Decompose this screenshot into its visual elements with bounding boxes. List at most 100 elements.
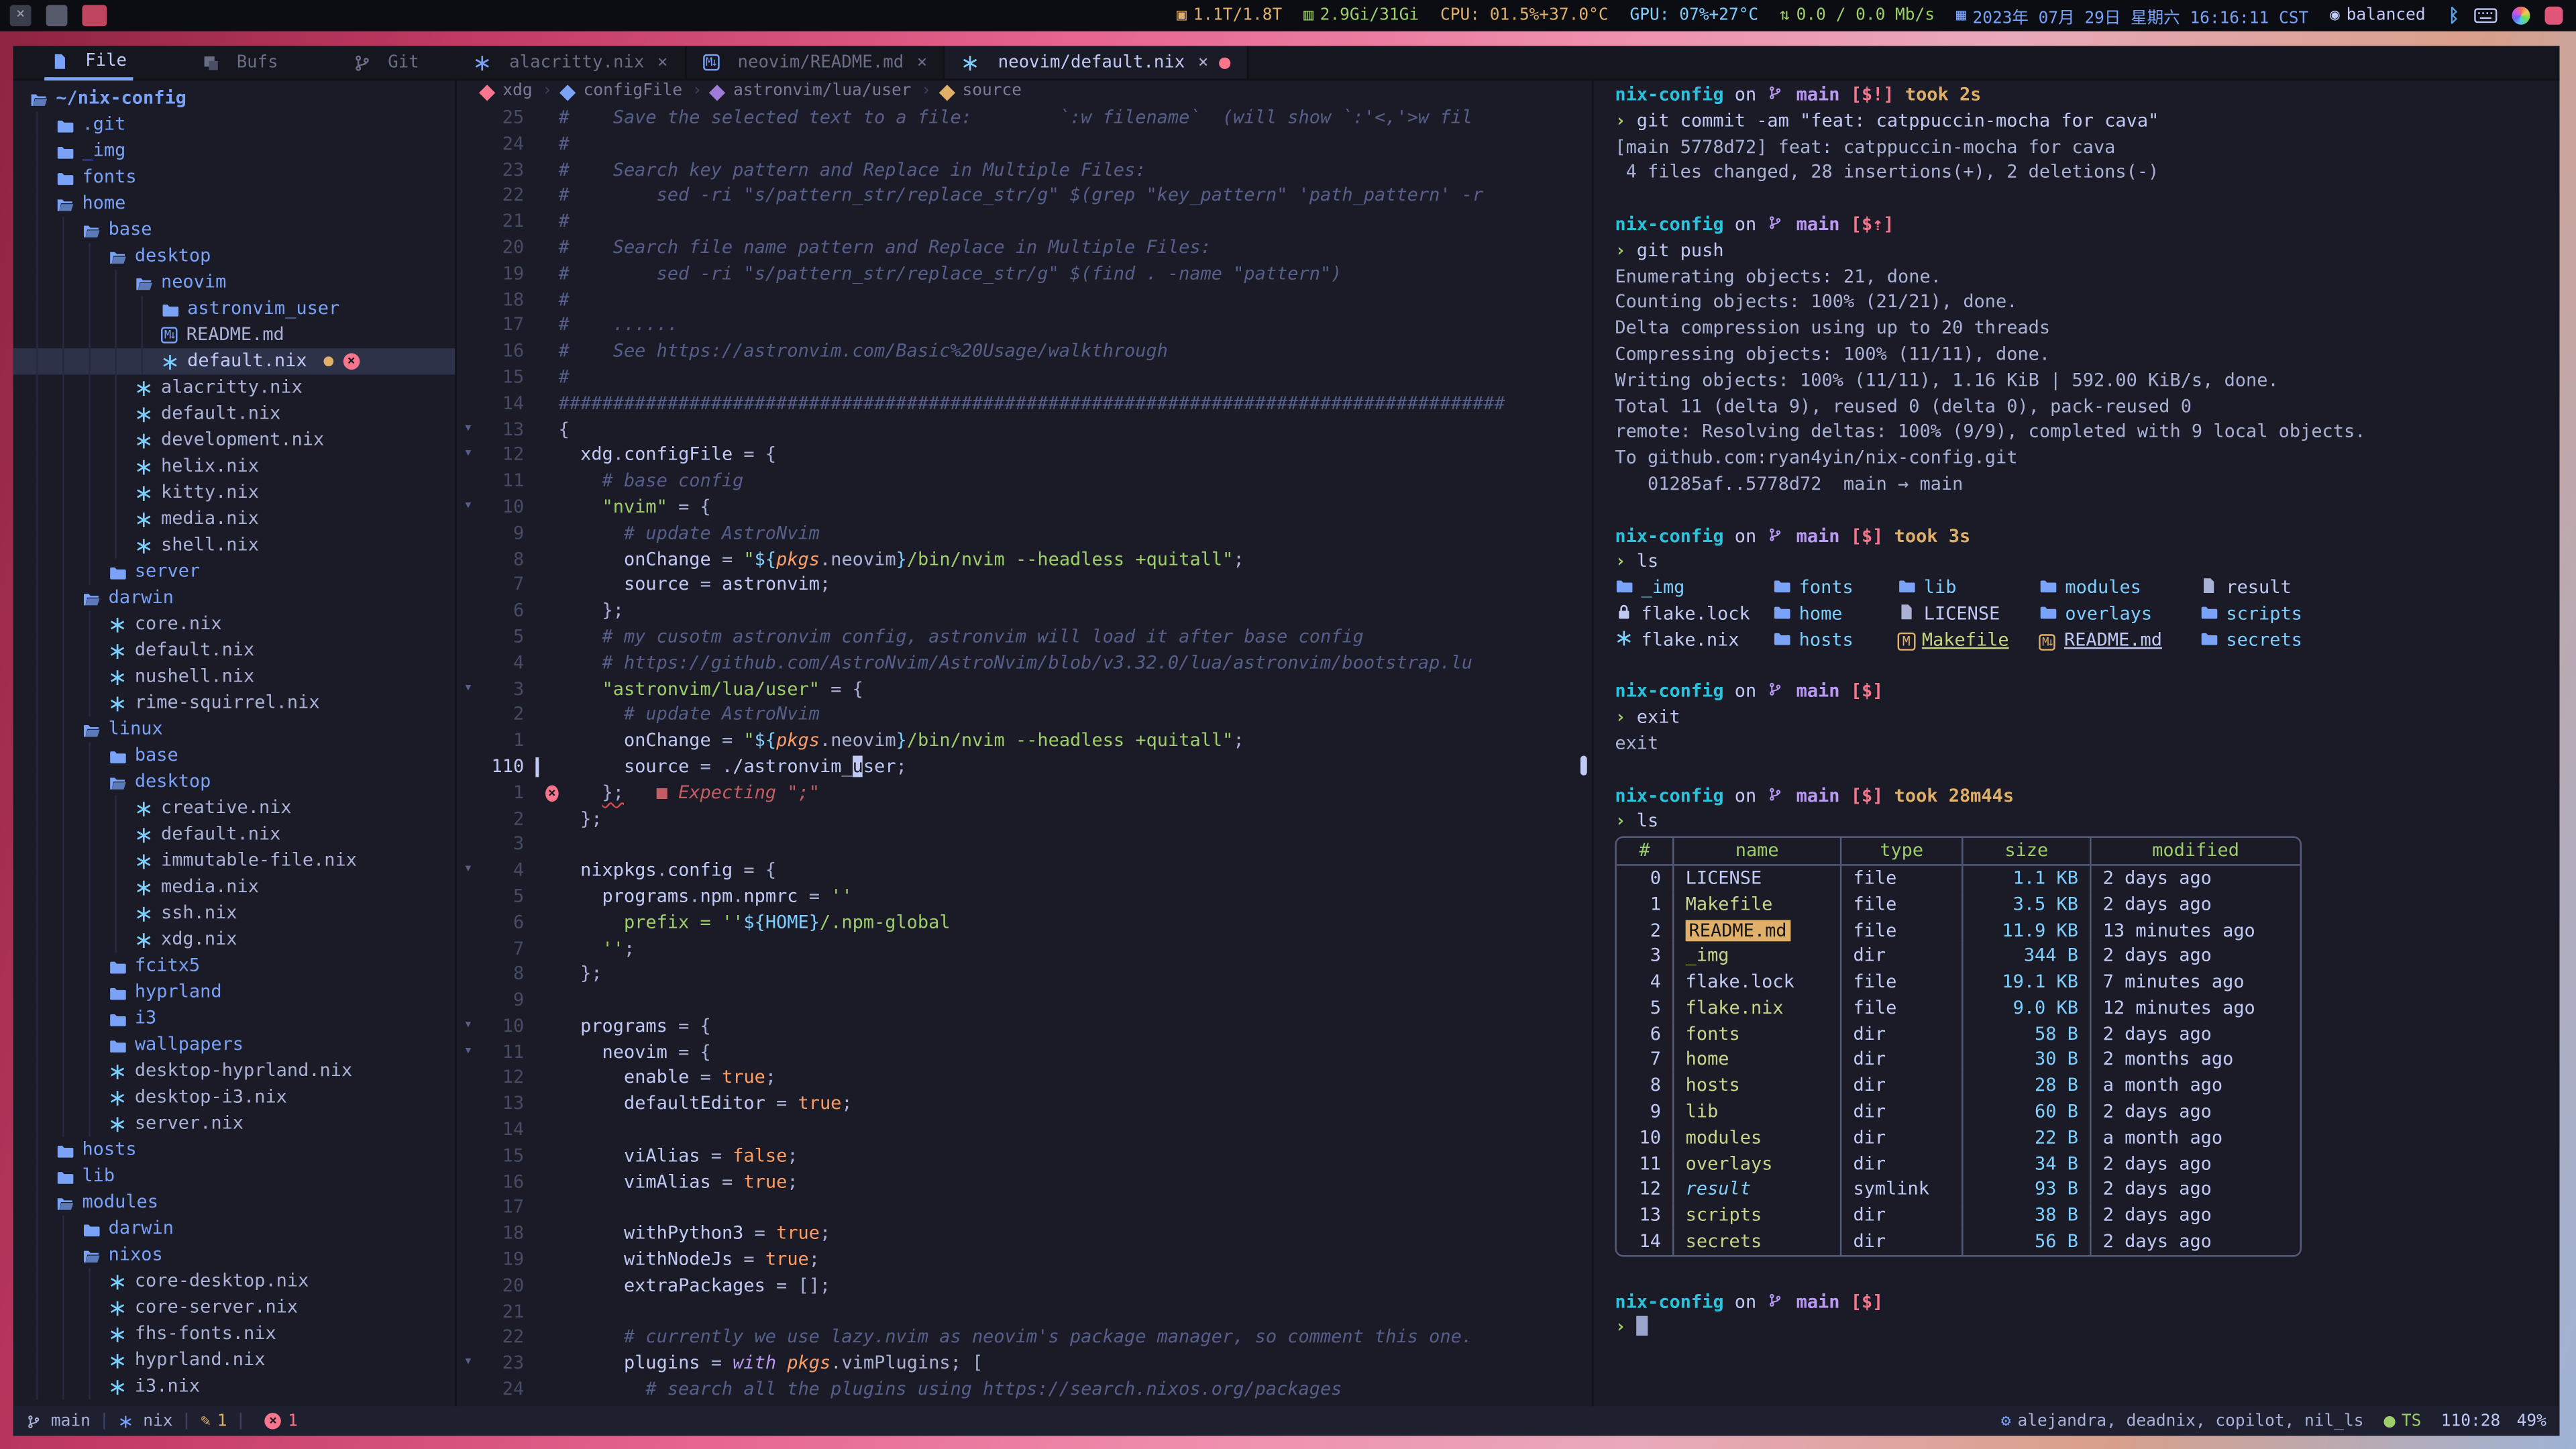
buffer-tab-readme[interactable]: M↓ neovim/README.md× bbox=[686, 46, 945, 79]
tree-item-hosts[interactable]: hosts bbox=[13, 1137, 455, 1163]
tree-item-alacritty.nix[interactable]: alacritty.nix bbox=[13, 374, 455, 400]
tree-item-core-desktop.nix[interactable]: core-desktop.nix bbox=[13, 1269, 455, 1295]
code-line[interactable]: ▾10 programs = { bbox=[458, 1014, 1590, 1040]
tree-item-default.nix[interactable]: default.nix bbox=[13, 821, 455, 847]
code-line[interactable]: 15 viAlias = false; bbox=[458, 1143, 1590, 1169]
tree-item-shell.nix[interactable]: shell.nix bbox=[13, 532, 455, 558]
tree-item-server.nix[interactable]: server.nix bbox=[13, 1111, 455, 1137]
breadcrumb-item[interactable]: configFile bbox=[584, 79, 682, 105]
code-line[interactable]: 110 source = ./astronvim_user; bbox=[458, 754, 1590, 780]
close-icon[interactable]: × bbox=[657, 52, 667, 72]
code-line[interactable]: 20 extraPackages = []; bbox=[458, 1273, 1590, 1299]
close-icon[interactable]: × bbox=[1198, 52, 1208, 72]
power-profile[interactable]: ◉balanced bbox=[2330, 7, 2426, 25]
tree-item-xdg.nix[interactable]: xdg.nix bbox=[13, 926, 455, 953]
fold-marker[interactable]: ▾ bbox=[458, 494, 478, 521]
code-line[interactable]: ▾11 neovim = { bbox=[458, 1039, 1590, 1065]
tree-item-core-server.nix[interactable]: core-server.nix bbox=[13, 1295, 455, 1321]
code-line[interactable]: 6 }; bbox=[458, 598, 1590, 625]
tree-item-development.nix[interactable]: development.nix bbox=[13, 427, 455, 453]
code-line[interactable]: 1× }; ■ Expecting ";" bbox=[458, 780, 1590, 806]
tree-item-hyprland[interactable]: hyprland bbox=[13, 979, 455, 1006]
code-line[interactable]: 3 bbox=[458, 832, 1590, 858]
tree-item-immutable-file.nix[interactable]: immutable-file.nix bbox=[13, 848, 455, 874]
tree-item-default.nix[interactable]: default.nix bbox=[13, 637, 455, 663]
tree-item-desktop[interactable]: desktop bbox=[13, 243, 455, 269]
code-line[interactable]: 5 programs.npm.npmrc = '' bbox=[458, 883, 1590, 910]
tree-item-media.nix[interactable]: media.nix bbox=[13, 506, 455, 532]
code-line[interactable]: 14 bbox=[458, 1117, 1590, 1143]
tree-item-default.nix[interactable]: default.nix bbox=[13, 401, 455, 427]
code-line[interactable]: 21# bbox=[458, 209, 1590, 235]
code-line[interactable]: 6 prefix = ''${HOME}/.npm-global bbox=[458, 910, 1590, 936]
code-line[interactable]: 19# sed -ri "s/pattern_str/replace_str/g… bbox=[458, 261, 1590, 287]
code-line[interactable]: 22# sed -ri "s/pattern_str/replace_str/g… bbox=[458, 183, 1590, 209]
window-button-1[interactable]: × bbox=[10, 5, 32, 26]
code-line[interactable]: 9 bbox=[458, 987, 1590, 1014]
tree-item-desktop-i3.nix[interactable]: desktop-i3.nix bbox=[13, 1084, 455, 1110]
tree-item-neovim[interactable]: neovim bbox=[13, 270, 455, 296]
code-line[interactable]: 4 # https://github.com/AstroNvim/AstroNv… bbox=[458, 650, 1590, 676]
tree-item-base[interactable]: base bbox=[13, 743, 455, 769]
tree-item-darwin[interactable]: darwin bbox=[13, 585, 455, 611]
fold-marker[interactable]: ▾ bbox=[458, 676, 478, 702]
tree-item-nushell.nix[interactable]: nushell.nix bbox=[13, 663, 455, 690]
code-line[interactable]: 11 # base config bbox=[458, 468, 1590, 494]
git-changes-segment[interactable]: ✎1 bbox=[201, 1412, 227, 1430]
code-line[interactable]: ▾12 xdg.configFile = { bbox=[458, 443, 1590, 469]
git-branch-segment[interactable]: main bbox=[26, 1412, 91, 1430]
tree-item-fonts[interactable]: fonts bbox=[13, 164, 455, 191]
code-line[interactable]: 1 onChange = "${pkgs.neovim}/bin/nvim --… bbox=[458, 728, 1590, 754]
color-picker-icon[interactable] bbox=[2512, 7, 2530, 25]
scrollbar-thumb[interactable] bbox=[1580, 756, 1587, 775]
code-line[interactable]: 20# Search file name pattern and Replace… bbox=[458, 235, 1590, 261]
code-line[interactable]: 15# bbox=[458, 365, 1590, 391]
code-area[interactable]: 25# Save the selected text to a file: `:… bbox=[458, 105, 1590, 1403]
tree-item-base[interactable]: base bbox=[13, 217, 455, 243]
code-line[interactable]: 22 # currently we use lazy.nvim as neovi… bbox=[458, 1325, 1590, 1351]
code-line[interactable]: 24# bbox=[458, 131, 1590, 157]
code-line[interactable]: ▾4 nixpkgs.config = { bbox=[458, 858, 1590, 884]
tree-item-server[interactable]: server bbox=[13, 559, 455, 585]
tab-bufs[interactable]: Bufs bbox=[195, 46, 284, 79]
tree-item-i3.nix[interactable]: i3.nix bbox=[13, 1373, 455, 1399]
code-line[interactable]: ▾10 "nvim" = { bbox=[458, 494, 1590, 521]
tree-item-rime-squirrel.nix[interactable]: rime-squirrel.nix bbox=[13, 690, 455, 716]
tree-item-modules[interactable]: modules bbox=[13, 1189, 455, 1216]
tree-item-fcitx5[interactable]: fcitx5 bbox=[13, 953, 455, 979]
fold-marker[interactable]: ▾ bbox=[458, 1351, 478, 1377]
tab-file[interactable]: File bbox=[44, 44, 133, 80]
buffer-tab-default-nix[interactable]: neovim/default.nix× bbox=[945, 46, 1248, 79]
code-line[interactable]: 5 # my cusotm astronvim config, astronvi… bbox=[458, 624, 1590, 650]
code-line[interactable]: 14######################################… bbox=[458, 390, 1590, 417]
tree-item-linux[interactable]: linux bbox=[13, 716, 455, 743]
bluetooth-icon[interactable]: ᛒ bbox=[2449, 5, 2459, 26]
code-line[interactable]: 18# bbox=[458, 287, 1590, 313]
code-line[interactable]: 17# ...... bbox=[458, 313, 1590, 339]
tree-item-fhs-fonts.nix[interactable]: fhs-fonts.nix bbox=[13, 1321, 455, 1347]
fold-marker[interactable]: ▾ bbox=[458, 1039, 478, 1065]
breadcrumb-item[interactable]: astronvim/lua/user bbox=[733, 79, 911, 105]
tree-item-desktop-hyprland.nix[interactable]: desktop-hyprland.nix bbox=[13, 1058, 455, 1084]
tree-item-desktop[interactable]: desktop bbox=[13, 769, 455, 795]
fold-marker[interactable]: ▾ bbox=[458, 1014, 478, 1040]
code-line[interactable]: 18 withPython3 = true; bbox=[458, 1221, 1590, 1247]
code-line[interactable]: 19 withNodeJs = true; bbox=[458, 1247, 1590, 1273]
breadcrumb-item[interactable]: xdg bbox=[502, 79, 532, 105]
tree-item-i3[interactable]: i3 bbox=[13, 1006, 455, 1032]
tree-item-darwin[interactable]: darwin bbox=[13, 1216, 455, 1242]
code-line[interactable]: 8 onChange = "${pkgs.neovim}/bin/nvim --… bbox=[458, 546, 1590, 572]
tree-item-lib[interactable]: lib bbox=[13, 1163, 455, 1189]
code-line[interactable]: 13 defaultEditor = true; bbox=[458, 1091, 1590, 1118]
fold-marker[interactable]: ▾ bbox=[458, 417, 478, 443]
code-line[interactable]: 17 bbox=[458, 1195, 1590, 1222]
tree-item-kitty.nix[interactable]: kitty.nix bbox=[13, 480, 455, 506]
code-line[interactable]: 2 }; bbox=[458, 806, 1590, 832]
code-line[interactable]: ▾13{ bbox=[458, 417, 1590, 443]
code-line[interactable]: 2 # update AstroNvim bbox=[458, 702, 1590, 729]
tree-item-core.nix[interactable]: core.nix bbox=[13, 611, 455, 637]
keyboard-icon[interactable] bbox=[2474, 8, 2497, 23]
tab-git[interactable]: Git bbox=[347, 46, 425, 79]
code-line[interactable]: 23# Search key pattern and Replace in Mu… bbox=[458, 157, 1590, 183]
code-line[interactable]: ▾3 "astronvim/lua/user" = { bbox=[458, 676, 1590, 702]
